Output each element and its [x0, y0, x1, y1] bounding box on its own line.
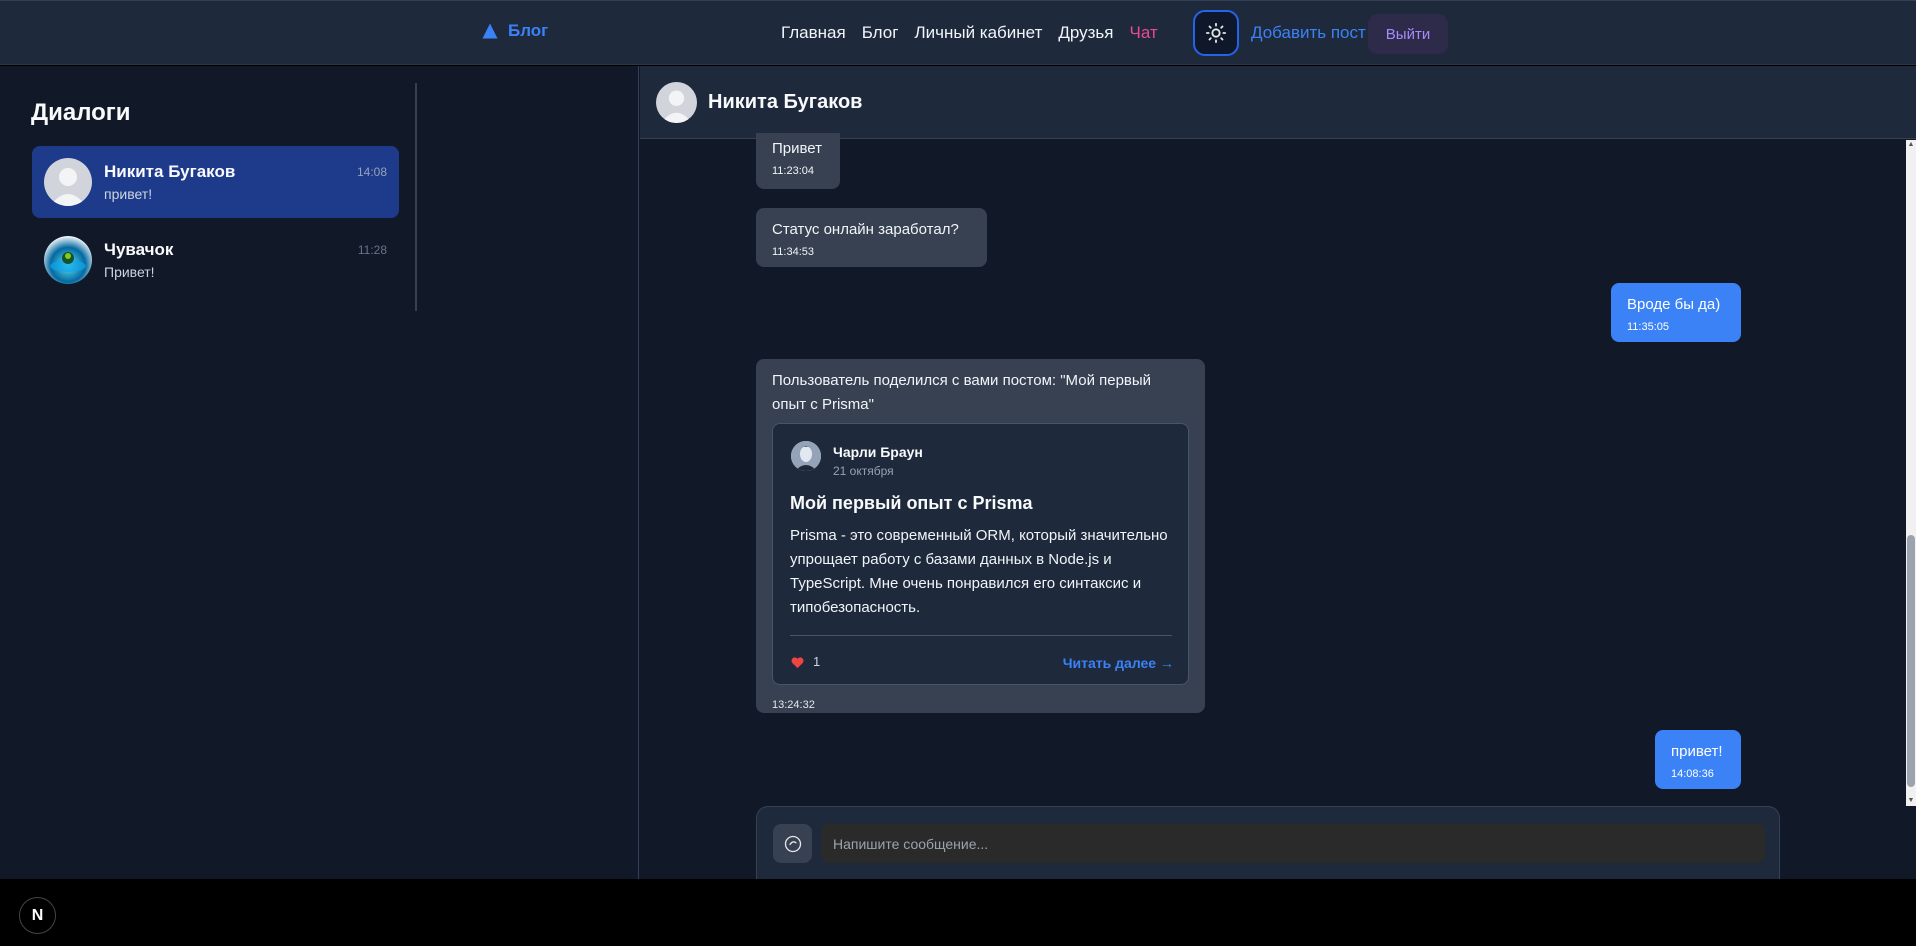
message-input[interactable]	[821, 824, 1765, 863]
post-author-avatar	[791, 441, 821, 471]
logo-label: Блог	[508, 21, 549, 40]
dialog-preview: привет!	[104, 186, 153, 202]
nextjs-dev-badge[interactable]: N	[19, 897, 56, 934]
message-text: Статус онлайн заработал?	[772, 221, 959, 238]
nav-profile[interactable]: Личный кабинет	[914, 23, 1042, 43]
chat-panel: Никита Бугаков Привет 11:23:04 Статус он…	[640, 66, 1916, 879]
logo-link[interactable]: Блог	[480, 21, 548, 41]
dialog-name: Никита Бугаков	[104, 162, 236, 181]
dialog-time: 14:08	[356, 165, 387, 179]
scroll-down-icon[interactable]: ▼	[1906, 796, 1916, 806]
shared-post-card[interactable]: Чарли Браун 21 октября Мой первый опыт с…	[772, 423, 1189, 685]
chat-contact-name: Никита Бугаков	[708, 91, 863, 113]
message-shared-post: Пользователь поделился с вами постом: "М…	[756, 359, 1205, 713]
top-navbar: Блог Главная Блог Личный кабинет Друзья …	[0, 0, 1916, 65]
post-excerpt: Prisma - это современный ORM, который зн…	[790, 527, 1168, 616]
message-time: 11:23:04	[772, 165, 815, 177]
message-outgoing: привет! 14:08:36	[1655, 730, 1741, 789]
dialog-item-nikita[interactable]: Никита Бугаков привет! 14:08	[32, 146, 399, 218]
logo-icon	[482, 23, 498, 39]
avatar	[656, 82, 697, 123]
post-date: 21 октября	[833, 464, 894, 478]
nav-home[interactable]: Главная	[781, 23, 846, 43]
post-likes[interactable]: 1	[790, 650, 820, 674]
dialog-time: 11:28	[357, 243, 387, 257]
heart-icon	[791, 656, 804, 668]
main-nav: Главная Блог Личный кабинет Друзья Чат	[781, 23, 1158, 43]
message-text: Привет	[772, 140, 823, 157]
message-outgoing: Вроде бы да) 11:35:05	[1611, 283, 1741, 342]
post-title[interactable]: Мой первый опыт с Prisma	[790, 491, 1033, 515]
add-post-link[interactable]: Добавить пост	[1251, 23, 1366, 43]
nav-blog[interactable]: Блог	[862, 23, 899, 43]
scrollbar-thumb[interactable]	[1907, 535, 1915, 787]
message-incoming: Привет 11:23:04	[756, 133, 840, 189]
dialog-name: Чувачок	[104, 240, 174, 259]
nav-chat[interactable]: Чат	[1130, 23, 1158, 43]
read-more-link[interactable]: Читать далее →	[1063, 651, 1174, 675]
dialogs-sidebar: Диалоги Никита Бугаков привет! 14:08 Чув…	[0, 66, 639, 879]
scroll-up-icon[interactable]: ▲	[1906, 140, 1916, 150]
message-text: привет!	[1671, 743, 1723, 760]
message-incoming: Статус онлайн заработал? 11:34:53	[756, 208, 987, 267]
avatar	[44, 158, 92, 206]
sidebar-divider	[415, 83, 417, 311]
message-time: 11:35:05	[1627, 321, 1670, 333]
dialogs-title: Диалоги	[31, 99, 131, 126]
logout-button[interactable]: Выйти	[1368, 14, 1448, 54]
likes-count: 1	[813, 654, 821, 669]
sun-icon	[1205, 22, 1227, 44]
message-time: 13:24:32	[772, 699, 815, 711]
message-text: Пользователь поделился с вами постом: "М…	[772, 372, 1152, 413]
emoji-button[interactable]	[773, 824, 812, 863]
message-time: 14:08:36	[1671, 768, 1714, 780]
theme-toggle-button[interactable]	[1193, 10, 1239, 56]
message-composer	[756, 806, 1780, 879]
message-time: 11:34:53	[772, 246, 815, 258]
chat-scrollbar[interactable]: ▲ ▼	[1906, 140, 1916, 806]
post-divider	[790, 635, 1172, 636]
dialog-preview: Привет!	[104, 264, 155, 280]
avatar	[44, 236, 92, 284]
dialog-item-chuvachok[interactable]: Чувачок Привет! 11:28	[32, 224, 399, 296]
message-text: Вроде бы да)	[1627, 296, 1721, 313]
main-area: Диалоги Никита Бугаков привет! 14:08 Чув…	[0, 66, 1916, 879]
chat-header: Никита Бугаков	[640, 66, 1916, 139]
smile-icon	[784, 835, 801, 852]
nav-friends[interactable]: Друзья	[1058, 23, 1113, 43]
